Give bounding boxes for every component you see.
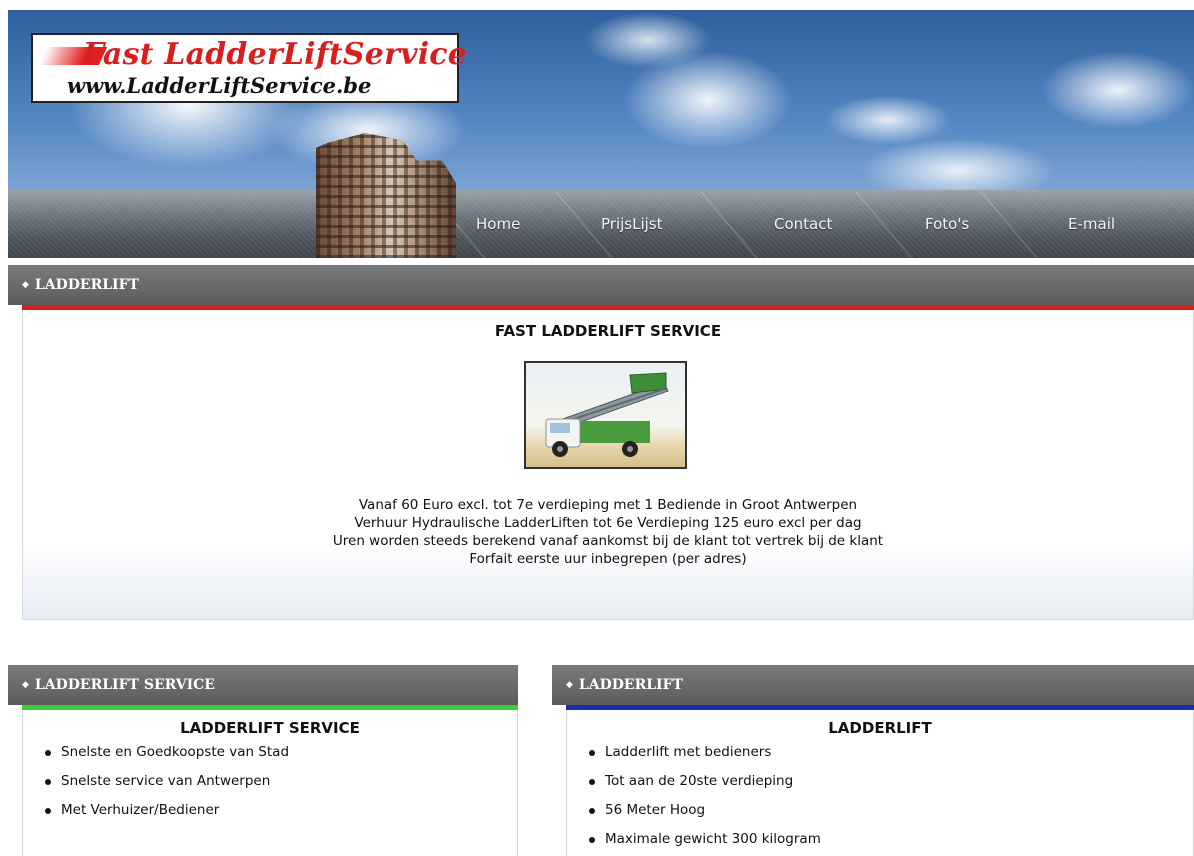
ladderlift-service-panel: ◆ LADDERLIFT SERVICE LADDERLIFT SERVICE S… — [8, 665, 518, 856]
list-item: Tot aan de 20ste verdieping — [567, 767, 1193, 796]
ladderlift-panel-title: LADDERLIFT — [828, 719, 932, 737]
list-item: 56 Meter Hoog — [567, 796, 1193, 825]
building-image — [316, 133, 456, 258]
ladderlift-panel-heading: LADDERLIFT — [578, 677, 683, 693]
list-item: Snelste service van Antwerpen — [23, 767, 517, 796]
service-panel-body: LADDERLIFT SERVICE Snelste en Goedkoopst… — [22, 710, 518, 856]
ladderlift-truck-image[interactable] — [524, 361, 687, 469]
truck-icon — [545, 372, 669, 457]
service-panel-title: LADDERLIFT SERVICE — [180, 719, 360, 737]
main-panel-body: FAST LADDERLIFT SERVICE Vanaf 60 Euro ex… — [22, 310, 1194, 620]
nav-email[interactable]: E-mail — [1068, 215, 1115, 233]
ladderlift-panel: ◆ LADDERLIFT LADDERLIFT Ladderlift met be… — [552, 665, 1194, 856]
diamond-icon: ◆ — [22, 280, 29, 290]
nav-home[interactable]: Home — [476, 215, 520, 233]
nav-prijslijst[interactable]: PrijsLijst — [601, 215, 663, 233]
main-panel-title: FAST LADDERLIFT SERVICE — [494, 322, 722, 340]
site-header: Fast LadderLiftService www.LadderLiftSer… — [8, 10, 1194, 258]
list-item: Maximale gewicht 300 kilogram — [567, 825, 1193, 854]
description-line: Vanaf 60 Euro excl. tot 7e verdieping me… — [358, 497, 858, 513]
description-line: Verhuur Hydraulische LadderLiften tot 6e… — [354, 515, 862, 531]
ladderlift-panel-header: ◆ LADDERLIFT — [552, 665, 1194, 705]
service-feature-list: Snelste en Goedkoopste van Stad Snelste … — [23, 738, 517, 825]
description-line: Uren worden steeds berekend vanaf aankom… — [332, 533, 884, 549]
ladderlift-feature-list: Ladderlift met bedieners Tot aan de 20st… — [567, 738, 1193, 854]
main-panel: ◆ LADDERLIFT FAST LADDERLIFT SERVICE Vana… — [8, 265, 1194, 620]
service-panel-header: ◆ LADDERLIFT SERVICE — [8, 665, 518, 705]
service-panel-heading: LADDERLIFT SERVICE — [34, 677, 215, 693]
main-panel-description: Vanaf 60 Euro excl. tot 7e verdieping me… — [23, 496, 1193, 568]
nav-contact[interactable]: Contact — [774, 215, 832, 233]
logo-title: Fast LadderLiftService — [83, 37, 468, 72]
nav-fotos[interactable]: Foto's — [925, 215, 969, 233]
list-item: Snelste en Goedkoopste van Stad — [23, 738, 517, 767]
ladderlift-panel-body: LADDERLIFT Ladderlift met bedieners Tot … — [566, 710, 1194, 856]
list-item: Ladderlift met bedieners — [567, 738, 1193, 767]
main-panel-header: ◆ LADDERLIFT — [8, 265, 1194, 305]
site-logo[interactable]: Fast LadderLiftService www.LadderLiftSer… — [31, 33, 467, 103]
diamond-icon: ◆ — [566, 680, 573, 690]
list-item: Met Verhuizer/Bediener — [23, 796, 517, 825]
description-line: Forfait eerste uur inbegrepen (per adres… — [469, 551, 747, 567]
logo-url: www.LadderLiftService.be — [67, 73, 372, 98]
main-panel-heading: LADDERLIFT — [34, 277, 139, 293]
diamond-icon: ◆ — [22, 680, 29, 690]
